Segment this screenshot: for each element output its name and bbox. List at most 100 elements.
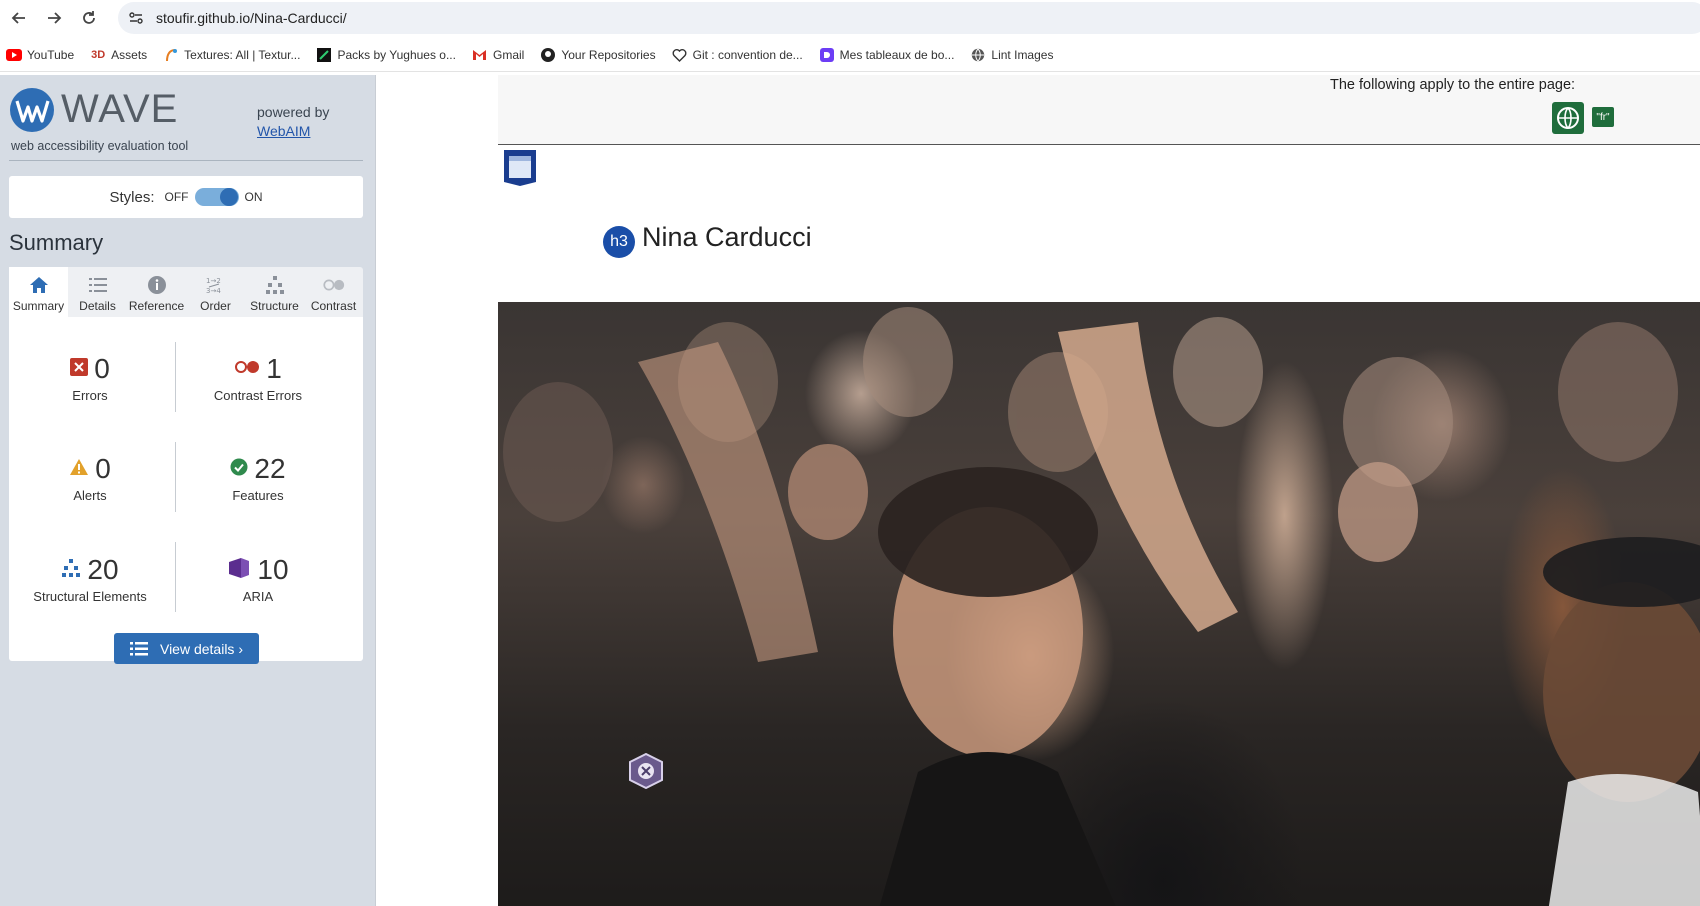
alert-icon	[69, 458, 89, 481]
stat-alerts[interactable]: 0 Alerts	[10, 452, 170, 503]
view-details-label: View details ›	[159, 640, 243, 657]
youtube-icon	[6, 47, 22, 63]
bookmark-gmail[interactable]: Gmail	[472, 47, 524, 63]
aria-icon	[227, 557, 251, 584]
aria-count: 10	[257, 554, 289, 585]
stat-errors[interactable]: 0 Errors	[10, 352, 170, 403]
address-bar[interactable]: stoufir.github.io/Nina-Carducci/	[118, 2, 1700, 34]
errors-label: Errors	[72, 388, 108, 403]
svg-text:3→4: 3→4	[206, 287, 221, 295]
globe-icon	[970, 47, 986, 63]
stat-features[interactable]: 22 Features	[178, 452, 338, 503]
tab-label: Summary	[12, 299, 65, 313]
tab-label: Contrast	[310, 299, 357, 313]
board-icon	[819, 47, 835, 63]
forward-button[interactable]	[38, 2, 70, 34]
powered-by-text: powered by	[257, 104, 330, 120]
bookmarks-bar: YouTube 3D Assets Textures: All | Textur…	[0, 38, 1700, 72]
wave-subtitle: web accessibility evaluation tool	[11, 139, 189, 153]
browser-toolbar: stoufir.github.io/Nina-Carducci/	[0, 0, 1700, 36]
reload-icon	[83, 11, 95, 24]
divider	[175, 442, 176, 512]
bookmark-github[interactable]: Your Repositories	[540, 47, 656, 63]
structural-icon	[61, 558, 81, 583]
bookmark-label: Lint Images	[991, 47, 1054, 62]
url-text: stoufir.github.io/Nina-Carducci/	[156, 10, 347, 26]
tab-order[interactable]: 1→2 3→4 Order	[186, 267, 245, 317]
divider	[175, 342, 176, 412]
structural-label: Structural Elements	[33, 589, 147, 604]
home-icon	[28, 274, 50, 296]
github-icon	[540, 47, 556, 63]
reload-button[interactable]	[73, 2, 105, 34]
bookmark-label: Assets	[111, 47, 148, 62]
language-globe-icon[interactable]	[1552, 102, 1584, 134]
bookmark-assets[interactable]: 3D Assets	[90, 47, 147, 63]
back-button[interactable]	[3, 2, 35, 34]
alerts-label: Alerts	[73, 488, 107, 503]
contrast-errors-label: Contrast Errors	[213, 388, 303, 403]
tab-label: Structure	[250, 299, 299, 313]
divider	[175, 542, 176, 612]
wave-logo-icon	[10, 88, 54, 132]
styles-off-label: OFF	[164, 190, 189, 204]
tab-label: Reference	[128, 299, 185, 313]
tab-contrast[interactable]: Contrast	[304, 267, 363, 317]
3d-icon: 3D	[91, 48, 106, 61]
bookmark-label: Gmail	[492, 47, 525, 62]
apply-text: The following apply to the entire page:	[1330, 77, 1576, 93]
arrow-left-icon	[11, 12, 25, 24]
stat-aria[interactable]: 10 ARIA	[178, 553, 338, 604]
bookmark-label: YouTube	[27, 47, 75, 62]
packs-icon	[316, 47, 332, 63]
bookmark-youtube[interactable]: YouTube	[6, 47, 74, 63]
tab-label: Details	[79, 299, 116, 313]
error-icon	[70, 357, 89, 381]
tab-structure[interactable]: Structure	[245, 267, 304, 317]
bookmark-label: Textures: All | Textur...	[184, 47, 301, 62]
bookmark-label: Git : convention de...	[692, 47, 803, 62]
summary-heading: Summary	[9, 230, 104, 255]
contrast-icon	[322, 274, 345, 296]
lang-attribute-icon[interactable]: "fr"	[1592, 107, 1614, 127]
powered-by: powered by WebAIM	[257, 103, 329, 141]
styles-toggle[interactable]	[194, 188, 239, 206]
webaim-link[interactable]: WebAIM	[257, 122, 329, 141]
bookmark-label: Packs by Yughues o...	[337, 47, 456, 62]
wave-title: WAVE	[61, 87, 179, 131]
structural-count: 20	[87, 554, 119, 585]
heading-h3-icon[interactable]: h3	[603, 226, 635, 258]
bookmark-label: Your Repositories	[561, 47, 656, 62]
errors-count: 0	[94, 353, 110, 384]
structure-icon	[264, 274, 286, 296]
view-details-button[interactable]: View details ›	[114, 633, 259, 664]
tab-label: Order	[200, 299, 231, 313]
missing-alt-alert-icon[interactable]	[628, 753, 664, 789]
arrow-right-icon	[48, 12, 62, 24]
hero-image	[498, 302, 1700, 906]
site-info-icon[interactable]	[124, 6, 148, 30]
stat-contrast-errors[interactable]: 1 Contrast Errors	[178, 352, 338, 403]
textures-icon	[163, 47, 179, 63]
contrast-errors-count: 1	[266, 353, 282, 384]
stat-structural[interactable]: 20 Structural Elements	[10, 553, 170, 604]
gmail-icon	[472, 47, 488, 63]
info-icon	[146, 274, 168, 296]
features-count: 22	[254, 453, 286, 484]
tab-details[interactable]: Details	[68, 267, 127, 317]
summary-panel: 0 Errors 1 Contrast Errors 0 Alerts 22 F…	[9, 317, 363, 664]
list-icon	[129, 641, 148, 657]
tab-reference[interactable]: Reference	[127, 267, 186, 317]
tab-summary[interactable]: Summary	[9, 267, 68, 317]
order-icon: 1→2 3→4	[205, 274, 227, 296]
bookmark-textures[interactable]: Textures: All | Textur...	[163, 47, 300, 63]
bookmark-packs[interactable]: Packs by Yughues o...	[316, 47, 456, 63]
crowd-photo	[503, 307, 1700, 906]
page-heading: Nina Carducci	[642, 222, 812, 252]
bookmark-lint-images[interactable]: Lint Images	[970, 47, 1053, 63]
bookmark-tableaux[interactable]: Mes tableaux de bo...	[819, 47, 954, 63]
features-label: Features	[232, 488, 284, 503]
header-landmark-icon[interactable]	[502, 149, 538, 187]
bookmark-git-convention[interactable]: Git : convention de...	[672, 47, 803, 63]
wave-header: WAVE web accessibility evaluation tool p…	[9, 87, 363, 161]
